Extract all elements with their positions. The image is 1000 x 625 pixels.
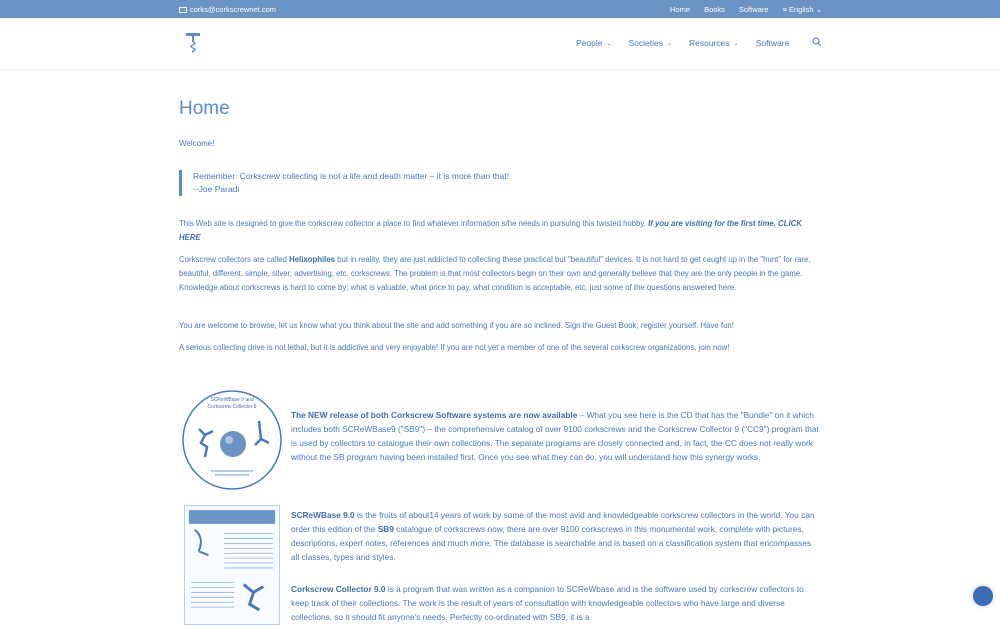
p2-pre: Corkscrew collectors are called [179,255,287,264]
corkscrew-logo-icon[interactable] [184,32,202,54]
browse-paragraph: You are welcome to browse, let us know w… [179,321,734,330]
chevron-down-icon: ⌄ [606,40,612,47]
site-header: People ⌄ Societies ⌄ Resources ⌄ Software [0,18,1000,70]
nav-resources-label: Resources [689,38,730,48]
chevron-down-icon: ⌄ [667,40,673,47]
screwbase-section: SCReWBase 9.0 is the fruits of about14 y… [291,508,821,564]
intro-paragraph: This Web site is designed to give the co… [179,217,821,245]
nav-software[interactable]: Software [756,38,790,48]
top-links: Home Books Software ≡ English ⌄ [670,5,822,14]
welcome-text: Welcome! [179,139,215,148]
nav-software-label: Software [755,38,790,48]
intro-text: This Web site is designed to give the co… [179,219,646,228]
top-link-home[interactable]: Home [670,5,690,14]
collecting-paragraph: A serious collecting drive is not lethal… [179,343,730,352]
email-text[interactable]: corks@corkscrewnet.com [190,5,276,14]
sb9-term: SB9 [377,524,394,534]
collector-section: Corkscrew Collector 9.0 is a program tha… [291,582,821,624]
nav-people[interactable]: People ⌄ [576,38,612,48]
nav-societies-label: Societies [628,38,664,48]
email-link[interactable]: corks@corkscrewnet.com [179,5,276,14]
screwbase-flyer-image [184,505,280,625]
nav-people-label: People [576,38,603,48]
collector-heading[interactable]: Corkscrew Collector 9.0 [291,584,386,594]
top-link-books[interactable]: Books [704,5,725,14]
software-release-section: The NEW release of both Corkscrew Softwa… [291,408,821,464]
search-icon[interactable] [812,37,822,47]
nav-societies[interactable]: Societies ⌄ [629,38,673,48]
cd-title-2: Corkscrew Collector 9 [208,404,257,410]
helixophiles-term: Helixophiles [289,255,336,264]
top-bar: corks@corkscrewnet.com Home Books Softwa… [0,0,1000,18]
language-selector[interactable]: ≡ English ⌄ [783,5,822,14]
nav-resources[interactable]: Resources ⌄ [689,38,739,48]
scroll-top-button[interactable] [973,586,993,606]
quote-text: Remember: Corkscrew collecting is not a … [193,171,510,181]
chevron-down-icon: ⌄ [733,40,739,47]
language-label: English [789,5,814,14]
envelope-icon [179,6,187,13]
cd-image: SCReWBase 9 and Corkscrew Collector 9 [182,390,282,490]
quote-author: --Joe Paradi [193,184,240,194]
main-nav: People ⌄ Societies ⌄ Resources ⌄ Software [576,38,789,48]
helixophiles-paragraph: Corkscrew collectors are called Helixoph… [179,253,821,295]
release-heading[interactable]: The NEW release of both Corkscrew Softwa… [291,410,577,420]
screwbase-heading[interactable]: SCReWBase 9.0 [291,510,355,520]
top-link-software[interactable]: Software [739,5,769,14]
cd-title-1: SCReWBase 9 and [210,397,254,403]
chevron-down-icon: ⌄ [815,5,822,14]
quote-block: Remember: Corkscrew collecting is not a … [179,170,599,196]
page-title: Home [179,98,230,119]
